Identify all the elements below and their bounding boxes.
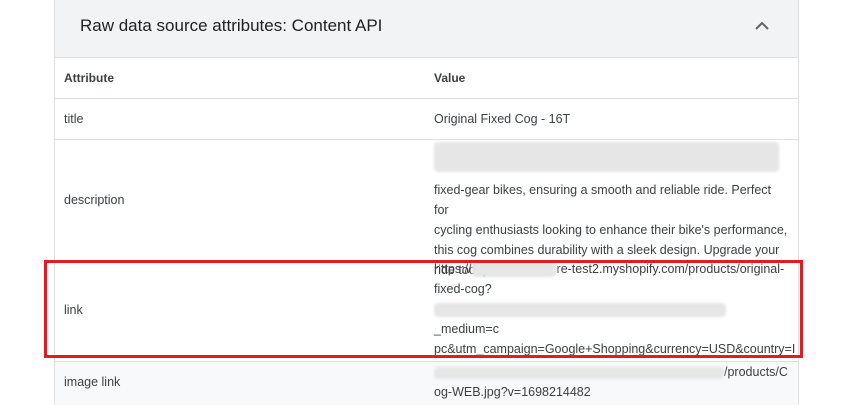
value-line: cycling enthusiasts looking to enhance t… — [434, 223, 788, 237]
column-header-value: Value — [434, 71, 466, 85]
table-row: title Original Fixed Cog - 16T — [55, 99, 798, 140]
highlight-box — [44, 260, 803, 358]
redacted-text — [434, 366, 724, 379]
value-line: og-WEB.jpg?v=1698214482 — [434, 385, 591, 399]
attribute-name: description — [64, 193, 125, 207]
attribute-value: /products/C og-WEB.jpg?v=1698214482 — [434, 362, 789, 402]
value-line: /products/C — [724, 365, 788, 379]
table-row: image link /products/C og-WEB.jpg?v=1698… — [55, 362, 798, 405]
value-line: this cog combines durability with a slee… — [434, 243, 780, 257]
attribute-name: title — [64, 112, 84, 126]
attribute-value: Original Fixed Cog - 16T — [434, 112, 571, 126]
table-row: description fixed-gear bikes, ensuring a… — [55, 140, 798, 277]
redacted-text — [434, 142, 789, 180]
value-line: fixed-gear bikes, ensuring a smooth and … — [434, 183, 771, 217]
chevron-up-icon[interactable] — [750, 14, 774, 38]
table-header-row: Attribute Value — [55, 58, 798, 99]
column-header-attribute: Attribute — [64, 71, 114, 85]
panel-title: Raw data source attributes: Content API — [80, 16, 383, 35]
panel-header[interactable]: Raw data source attributes: Content API — [55, 0, 798, 58]
attribute-name: image link — [64, 375, 121, 389]
